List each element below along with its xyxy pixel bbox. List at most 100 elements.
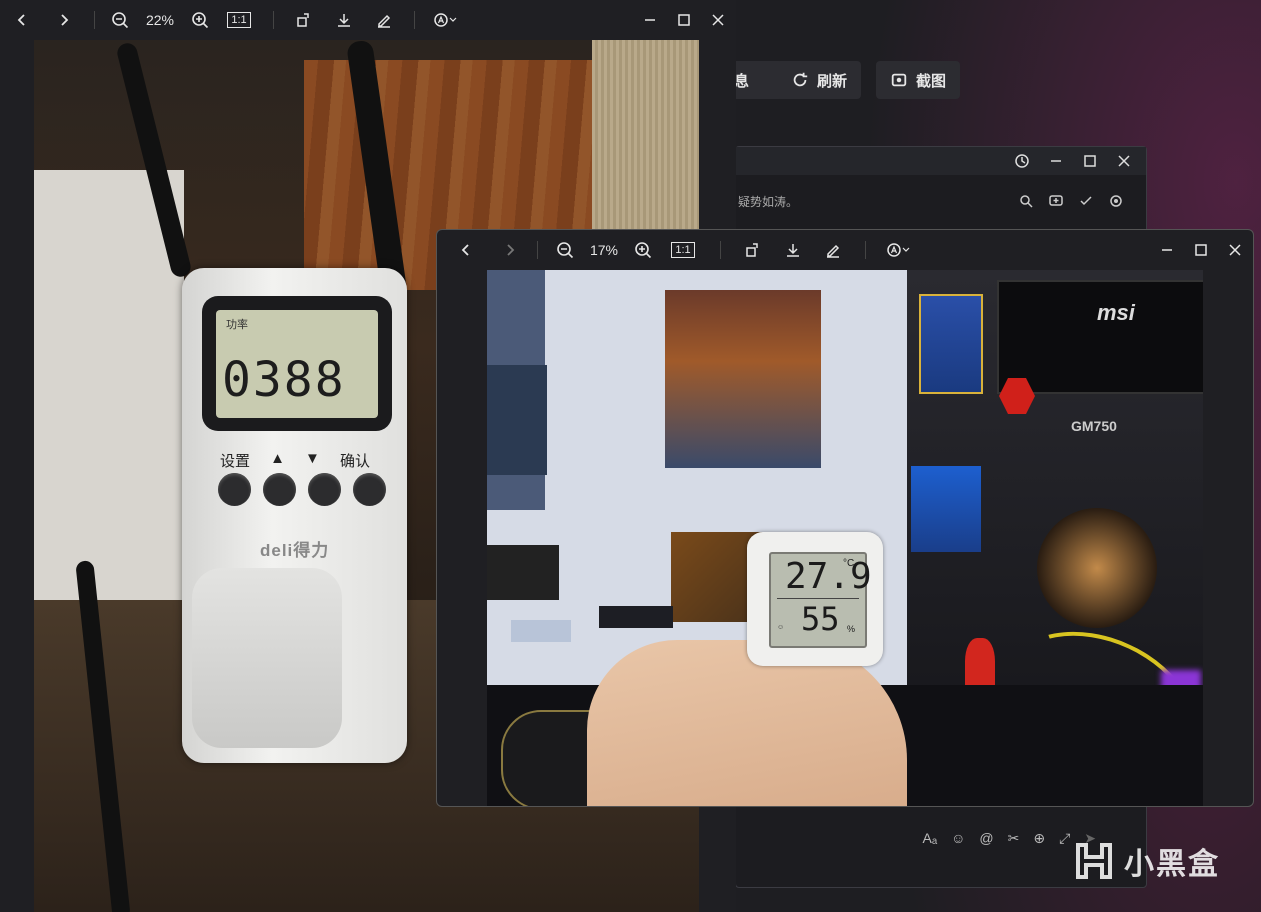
minimize-icon[interactable] xyxy=(1048,153,1064,169)
optane-box xyxy=(911,466,981,552)
chat-subtitle: 疑势如涛。 xyxy=(738,194,799,209)
toolbar-divider xyxy=(865,241,866,259)
psu-panel xyxy=(997,280,1203,394)
meter-button-labels: 设置 ▲ ▼ 确认 xyxy=(220,450,370,471)
meter-button xyxy=(263,473,296,506)
humidity-unit: % xyxy=(847,624,856,634)
prev-image-button[interactable] xyxy=(437,242,495,258)
zoom-in-icon xyxy=(192,12,209,29)
screenshot-button[interactable]: 截图 xyxy=(876,61,961,99)
chat-subheader: 疑势如涛。 xyxy=(736,187,1146,215)
meter-lcd-value: 0388 xyxy=(222,352,346,408)
settings-icon[interactable] xyxy=(1108,193,1124,209)
thermometer-lcd: 27.9 °C ☺ 55 % xyxy=(769,552,872,648)
zoom-in-button[interactable] xyxy=(628,240,658,260)
chevron-left-icon xyxy=(17,14,25,26)
close-icon[interactable] xyxy=(1116,153,1132,169)
monitor-button xyxy=(599,606,673,628)
monitor-dark-block xyxy=(487,545,559,600)
toolbar-divider xyxy=(414,11,415,29)
watermark: 小黑盒 xyxy=(1072,839,1220,883)
actual-size-button[interactable]: 1:1 xyxy=(215,12,263,28)
edit-button[interactable] xyxy=(813,242,853,258)
refresh-icon xyxy=(793,72,808,87)
meter-label-confirm: 确认 xyxy=(339,453,370,470)
add-icon[interactable]: ⊕ xyxy=(1033,830,1045,847)
meter-lcd: 功率 0388 xyxy=(216,310,378,418)
image-viewer-2: 17% 1:1 msi GM750 27.9 °C ☺ 55 % xyxy=(436,229,1254,807)
prev-image-button[interactable] xyxy=(0,12,44,28)
close-icon[interactable] xyxy=(710,12,726,28)
meter-label-down: ▼ xyxy=(305,450,320,467)
pen-icon xyxy=(827,244,840,258)
viewer-1-toolbar: 22% 1:1 xyxy=(0,0,736,40)
expand-icon[interactable]: ⤢ xyxy=(1059,830,1070,847)
rotate-button[interactable] xyxy=(284,12,324,28)
next-image-button[interactable] xyxy=(44,12,84,28)
history-icon[interactable] xyxy=(1014,153,1030,169)
zoom-out-button[interactable] xyxy=(550,240,580,260)
zoom-in-icon xyxy=(635,242,652,259)
close-icon[interactable] xyxy=(1227,242,1243,258)
plug xyxy=(192,568,342,748)
font-format-icon[interactable]: Aₐ xyxy=(923,830,938,846)
actual-size-button[interactable]: 1:1 xyxy=(658,242,708,258)
next-image-button[interactable] xyxy=(495,242,525,258)
toolbar-divider xyxy=(273,11,274,29)
download-icon xyxy=(787,244,799,257)
lcd-divider xyxy=(777,598,859,599)
chat-titlebar xyxy=(736,147,1146,175)
toolbar-divider xyxy=(720,241,721,259)
chevron-down-icon xyxy=(449,17,457,22)
rotate-button[interactable] xyxy=(733,242,773,258)
meter-brand: deli得力 xyxy=(260,541,330,560)
download-button[interactable] xyxy=(324,12,364,28)
power-meter: 功率 0388 设置 ▲ ▼ 确认 deli得力 xyxy=(182,268,407,763)
screenshot-button-label: 截图 xyxy=(916,72,947,90)
zoom-in-button[interactable] xyxy=(185,10,215,30)
maximize-icon[interactable] xyxy=(676,12,692,28)
download-icon xyxy=(338,14,350,27)
cpu-box xyxy=(919,294,983,394)
actual-size-label: 1:1 xyxy=(671,242,695,258)
download-button[interactable] xyxy=(773,242,813,258)
monitor-thumbnail xyxy=(487,365,547,475)
ocr-button[interactable] xyxy=(425,12,465,28)
screenshot-icon xyxy=(891,73,907,87)
search-user-icon[interactable] xyxy=(1018,193,1034,209)
chevron-right-icon xyxy=(507,244,515,256)
mention-icon[interactable]: @ xyxy=(979,830,993,846)
meter-label-settings: 设置 xyxy=(220,453,251,470)
maximize-icon[interactable] xyxy=(1082,153,1098,169)
pen-icon xyxy=(378,14,391,28)
minimize-icon[interactable] xyxy=(1159,242,1175,258)
refresh-button[interactable]: 刷新 xyxy=(777,61,862,99)
meter-buttons xyxy=(218,473,386,506)
refresh-button-label: 刷新 xyxy=(817,72,848,90)
zoom-out-icon xyxy=(557,242,574,259)
add-chat-icon[interactable] xyxy=(1048,193,1064,209)
monitor-image-card xyxy=(665,290,821,468)
edit-button[interactable] xyxy=(364,12,404,28)
thermometer-photo: msi GM750 27.9 °C ☺ 55 % xyxy=(487,270,1203,806)
comfort-face-icon: ☺ xyxy=(777,624,785,631)
temperature-unit: °C xyxy=(843,558,855,569)
viewer-2-toolbar: 17% 1:1 xyxy=(437,230,1253,270)
watermark-text: 小黑盒 xyxy=(1124,848,1220,881)
zoom-out-button[interactable] xyxy=(105,10,135,30)
minimize-icon[interactable] xyxy=(642,12,658,28)
meter-button xyxy=(353,473,386,506)
meter-button xyxy=(218,473,251,506)
cpu-cooler xyxy=(1037,508,1157,628)
meter-button xyxy=(308,473,341,506)
meter-label-up: ▲ xyxy=(270,450,285,467)
maximize-icon[interactable] xyxy=(1193,242,1209,258)
meter-lcd-label: 功率 xyxy=(226,319,248,331)
actual-size-label: 1:1 xyxy=(227,12,251,28)
rotate-icon xyxy=(297,13,309,27)
scissors-icon[interactable]: ✂ xyxy=(1008,830,1020,847)
check-icon[interactable] xyxy=(1078,193,1094,209)
emoji-icon[interactable]: ☺ xyxy=(951,830,965,846)
ocr-button[interactable] xyxy=(878,242,918,258)
ocr-icon xyxy=(434,13,448,27)
